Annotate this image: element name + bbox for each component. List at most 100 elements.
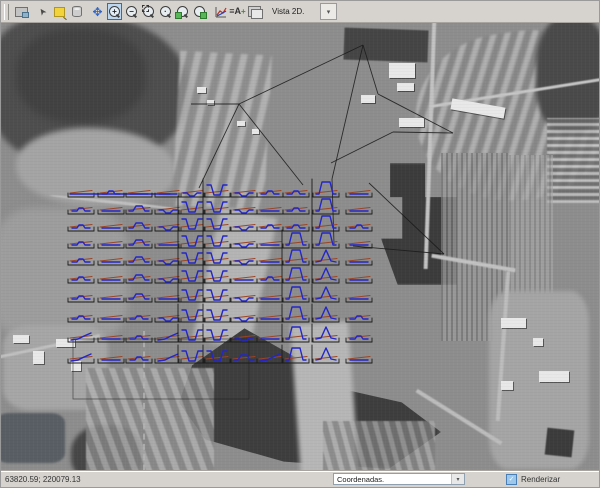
- profile-chart: [257, 316, 283, 323]
- profile-chart: [203, 247, 230, 265]
- profile-chart: [178, 265, 205, 283]
- application-window: ➤ ✥+− · ≡A+ Vista 2D. ▾: [0, 0, 600, 488]
- profile-chart: [346, 357, 372, 364]
- profile-chart: [98, 259, 124, 266]
- profile-chart: [346, 296, 372, 303]
- profile-chart: [178, 213, 205, 231]
- profile-chart: [257, 296, 283, 303]
- profile-chart: [312, 213, 339, 231]
- profile-chart: [178, 247, 205, 265]
- select-tool[interactable]: ➤: [35, 3, 50, 20]
- profile-chart: [98, 357, 124, 364]
- profile-chart: [282, 265, 309, 283]
- profile-chart: [126, 206, 152, 214]
- profile-chart: [155, 354, 181, 363]
- zoom-in-tool[interactable]: +: [107, 3, 122, 20]
- profile-chart-tool[interactable]: [213, 3, 228, 20]
- profile-chart: [126, 191, 152, 198]
- profile-chart: [203, 345, 230, 363]
- profile-chart: [257, 191, 283, 198]
- select-area-tool[interactable]: [52, 3, 67, 20]
- profile-chart: [126, 240, 152, 248]
- profile-chart: [231, 191, 257, 198]
- profile-chart: [203, 304, 230, 322]
- coordinates-combobox[interactable]: Coordenadas. ▾: [333, 473, 465, 485]
- profile-chart: [203, 196, 230, 214]
- profile-chart: [257, 208, 283, 215]
- profile-chart: [231, 242, 257, 249]
- zoom-previous-tool[interactable]: [175, 3, 190, 20]
- profile-chart: [231, 225, 257, 232]
- profile-chart: [155, 242, 181, 249]
- profile-chart: [203, 213, 230, 231]
- profile-chart: [155, 296, 181, 303]
- profile-chart: [346, 316, 372, 323]
- profile-chart: [126, 275, 152, 283]
- profile-chart: [312, 179, 339, 197]
- profile-chart: [346, 277, 372, 284]
- profile-chart: [126, 257, 152, 265]
- pan-tool[interactable]: ✥: [90, 3, 105, 20]
- profile-chart: [98, 225, 124, 232]
- profile-chart: [282, 345, 309, 363]
- profile-chart: [98, 277, 124, 284]
- profile-chart: [346, 225, 372, 232]
- profile-chart: [231, 296, 257, 303]
- profile-chart: [98, 316, 124, 323]
- view-mode-combobox[interactable]: Vista 2D. ▾: [269, 3, 337, 20]
- profile-chart: [68, 333, 94, 342]
- profile-chart: [312, 230, 339, 248]
- toolbar: ➤ ✥+− · ≡A+ Vista 2D. ▾: [1, 1, 600, 23]
- profile-chart: [283, 208, 309, 215]
- profile-chart: [98, 208, 124, 215]
- profile-chart: [257, 225, 283, 232]
- profile-chart: [68, 316, 94, 323]
- profile-chart: [126, 316, 152, 323]
- profile-chart: [68, 354, 94, 363]
- profile-chart: [178, 304, 205, 322]
- profile-chart: [178, 284, 205, 302]
- profile-chart: [346, 336, 372, 343]
- profile-chart: [178, 196, 205, 214]
- profile-chart: [68, 277, 94, 284]
- map-viewport[interactable]: [1, 23, 600, 474]
- load-data-tool[interactable]: [69, 3, 84, 20]
- toolbar-grip[interactable]: [4, 4, 9, 20]
- profile-chart: [283, 225, 309, 232]
- profile-chart: [282, 230, 309, 248]
- profile-chart: [257, 336, 283, 343]
- profile-chart: [312, 324, 339, 342]
- profile-chart: [178, 230, 205, 248]
- profile-chart: [68, 296, 94, 303]
- zoom-next-tool[interactable]: [192, 3, 207, 20]
- zoom-extent-tool[interactable]: ·: [158, 3, 173, 20]
- layers-tool[interactable]: [247, 3, 262, 20]
- profile-chart: [178, 345, 205, 363]
- profile-chart: [257, 277, 283, 284]
- profile-chart: [312, 265, 339, 283]
- statusbar: 63820.59; 220079.13 Coordenadas. ▾ ✓ Ren…: [1, 471, 600, 487]
- profile-chart: [312, 304, 339, 322]
- chevron-down-icon[interactable]: ▾: [320, 3, 337, 20]
- profile-chart: [282, 324, 309, 342]
- open-map-tool[interactable]: [14, 3, 29, 20]
- profile-chart: [203, 265, 230, 283]
- add-label-tool[interactable]: ≡A+: [230, 3, 245, 20]
- profile-chart: [283, 191, 309, 198]
- profile-chart: [155, 333, 181, 342]
- zoom-window-tool[interactable]: [141, 3, 156, 20]
- cursor-coordinates: 63820.59; 220079.13: [5, 475, 81, 484]
- profile-chart: [346, 208, 372, 215]
- profile-chart: [231, 208, 257, 215]
- profile-chart: [312, 345, 339, 363]
- profile-chart: [68, 242, 94, 249]
- chevron-down-icon[interactable]: ▾: [451, 474, 464, 484]
- profile-chart: [312, 247, 339, 265]
- render-checkbox-label: Renderizar: [521, 475, 560, 484]
- profile-chart: [231, 259, 257, 266]
- checkbox-checked-icon[interactable]: ✓: [506, 474, 517, 485]
- profile-chart: [68, 225, 94, 232]
- toolbar-buttons: ➤ ✥+− · ≡A+: [13, 3, 263, 20]
- profile-chart: [98, 296, 124, 303]
- zoom-out-tool[interactable]: −: [124, 3, 139, 20]
